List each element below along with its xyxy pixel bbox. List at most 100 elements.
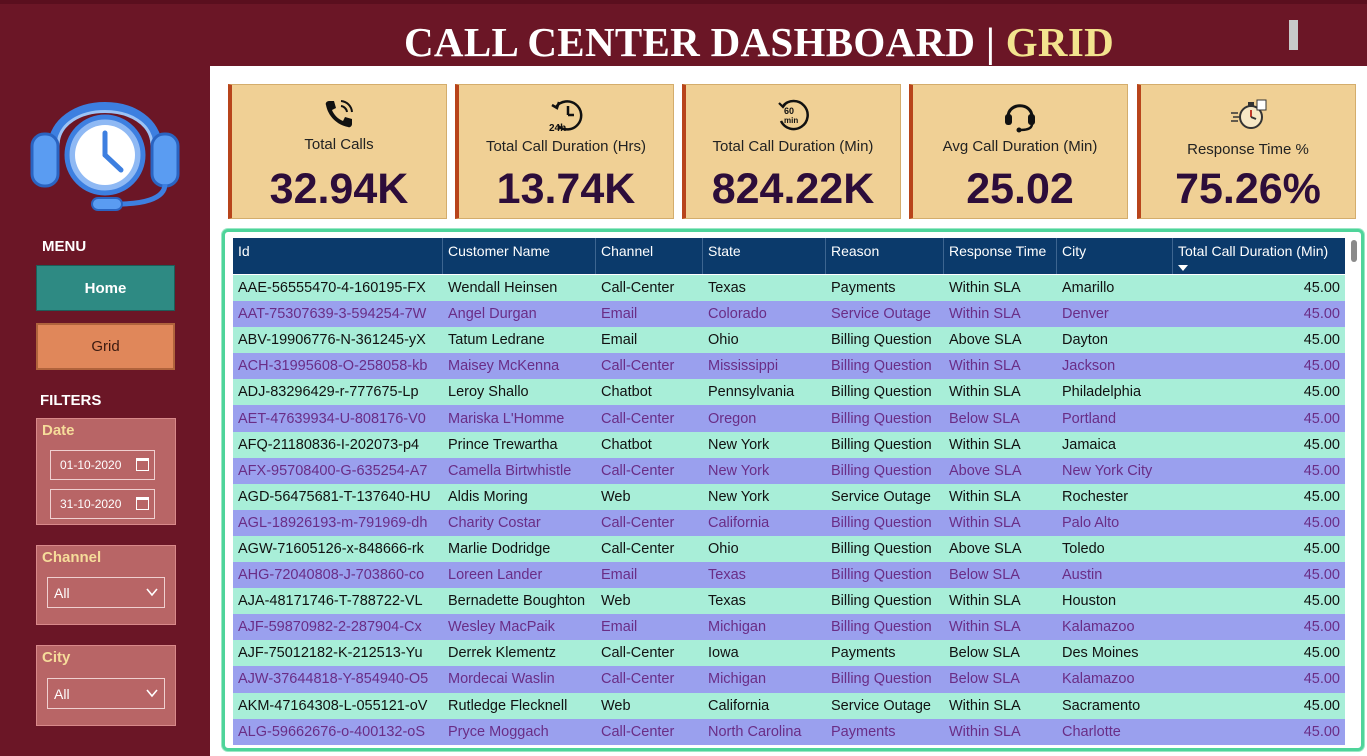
table-cell: Call-Center [601, 462, 675, 479]
table-row[interactable]: ABV-19906776-N-361245-yX Tatum Ledrane Ema… [233, 327, 1345, 354]
kpi-value: 32.94K [269, 165, 409, 213]
end-date-value: 31-10-2020 [60, 497, 122, 511]
table-cell: Email [601, 306, 638, 323]
table-row[interactable]: AET-47639934-U-808176-V0 Mariska L'Homme C… [233, 405, 1345, 432]
table-scrollbar-thumb[interactable] [1351, 240, 1357, 262]
table-cell: California [708, 514, 770, 531]
table-cell: Pennsylvania [708, 384, 795, 401]
table-cell: 45.00 [1303, 462, 1340, 479]
home-button[interactable]: Home [36, 265, 175, 311]
table-row[interactable]: AFQ-21180836-I-202073-p4 Prince Trewartha… [233, 431, 1345, 458]
sort-descending-icon[interactable] [1178, 265, 1188, 271]
table-row[interactable]: AKM-47164308-L-055121-oV Rutledge Fleckne… [233, 692, 1345, 719]
table-row[interactable]: AAE-56555470-4-160195-FX Wendall Heinsen C… [233, 275, 1345, 302]
column-header[interactable]: Response Time [944, 238, 1057, 274]
table-cell: Mordecai Waslin [448, 671, 555, 688]
table-cell: AJF-59870982-2-287904-Cx [238, 619, 422, 636]
table-cell: New York [708, 488, 770, 505]
title-main: CALL CENTER DASHBOARD | [404, 19, 1006, 65]
filters-label: FILTERS [40, 392, 102, 409]
title-accent: GRID [1005, 19, 1114, 65]
kpi-label: Avg Call Duration (Min) [942, 138, 1098, 155]
table-cell: Service Outage [831, 306, 931, 323]
table-row[interactable]: AJF-75012182-K-212513-Yu Derrek Klementz C… [233, 640, 1345, 667]
table-cell: 45.00 [1303, 540, 1340, 557]
table-cell: 45.00 [1303, 384, 1340, 401]
table-cell: Within SLA [949, 619, 1021, 636]
column-header[interactable]: State [703, 238, 826, 274]
table-cell: Angel Durgan [448, 306, 537, 323]
table-row[interactable]: ALG-59662676-o-400132-oS Pryce Moggach Cal… [233, 718, 1345, 745]
city-dropdown[interactable]: All [47, 678, 165, 709]
column-header[interactable]: Total Call Duration (Min) [1173, 238, 1345, 274]
table-row[interactable]: ADJ-83296429-r-777675-Lp Leroy Shallo Chat… [233, 379, 1345, 406]
table-cell: Austin [1062, 567, 1103, 584]
table-cell: Within SLA [949, 593, 1021, 610]
page-scroll-thumb[interactable] [1289, 20, 1298, 50]
table-cell: Email [601, 619, 638, 636]
channel-slicer: Channel All [36, 545, 176, 625]
menu-label: MENU [42, 238, 87, 255]
table-cell: 45.00 [1303, 619, 1340, 636]
channel-dropdown[interactable]: All [47, 577, 165, 608]
table-cell: Payments [831, 645, 896, 662]
table-row[interactable]: ACH-31995608-O-258058-kb Maisey McKenna Ca… [233, 353, 1345, 380]
table-cell: California [708, 697, 770, 714]
table-row[interactable]: AGL-18926193-m-791969-dh Charity Costar Ca… [233, 509, 1345, 536]
table-cell: Des Moines [1062, 645, 1139, 662]
table-cell: AJW-37644818-Y-854940-O5 [238, 671, 429, 688]
kpi-label: Total Call Duration (Hrs) [485, 138, 647, 155]
table-row[interactable]: AGD-56475681-T-137640-HU Aldis Moring Web N… [233, 483, 1345, 510]
calendar-icon[interactable] [136, 458, 149, 471]
table-row[interactable]: AJF-59870982-2-287904-Cx Wesley MacPaik Em… [233, 614, 1345, 641]
table-cell: Bernadette Boughton [448, 593, 586, 610]
table-cell: New York [708, 436, 770, 453]
end-date-field[interactable]: 31-10-2020 [50, 489, 155, 519]
grid-button[interactable]: Grid [36, 323, 175, 370]
table-cell: Within SLA [949, 280, 1021, 297]
table-scrollbar[interactable] [1350, 238, 1358, 744]
table-cell: Payments [831, 280, 896, 297]
table-row[interactable]: AAT-75307639-3-594254-7W Angel Durgan Emai… [233, 301, 1345, 328]
table-cell: Within SLA [949, 488, 1021, 505]
date-slicer: Date 01-10-2020 31-10-2020 [36, 418, 176, 525]
column-header[interactable]: Id [233, 238, 443, 274]
table-cell: Derrek Klementz [448, 645, 556, 662]
column-header-label: City [1062, 243, 1087, 259]
table-cell: Call-Center [601, 645, 675, 662]
table-cell: AAT-75307639-3-594254-7W [238, 306, 427, 323]
column-header[interactable]: Channel [596, 238, 703, 274]
table-row[interactable]: AFX-95708400-G-635254-A7 Camella Birtwhis… [233, 457, 1345, 484]
table-cell: AFX-95708400-G-635254-A7 [238, 462, 428, 479]
kpi-card-duration-min: 60 min Total Call Duration (Min) 824.22K [682, 84, 901, 219]
table-cell: Dayton [1062, 332, 1108, 349]
table-cell: Billing Question [831, 514, 932, 531]
table-cell: Service Outage [831, 697, 931, 714]
column-header[interactable]: City [1057, 238, 1173, 274]
calendar-icon[interactable] [136, 497, 149, 510]
table-cell: 45.00 [1303, 593, 1340, 610]
table-row[interactable]: AGW-71605126-x-848666-rk Marlie Dodridge C… [233, 535, 1345, 563]
kpi-card-response-time: Response Time % 75.26% [1137, 84, 1356, 219]
table-cell: 45.00 [1303, 567, 1340, 584]
column-header[interactable]: Customer Name [443, 238, 596, 274]
column-header[interactable]: Reason [826, 238, 944, 274]
table-cell: Below SLA [949, 645, 1020, 662]
table-cell: ACH-31995608-O-258058-kb [238, 358, 428, 375]
table-cell: AAE-56555470-4-160195-FX [238, 280, 426, 297]
table-cell: Mariska L'Homme [448, 410, 565, 427]
svg-text:24h: 24h [549, 123, 566, 133]
table-cell: Texas [708, 567, 746, 584]
data-grid: Id Customer Name Channel State Reason Respons… [222, 229, 1364, 751]
table-cell: Service Outage [831, 488, 931, 505]
column-header-label: Channel [601, 243, 654, 259]
table-body: AAE-56555470-4-160195-FX Wendall Heinsen C… [233, 275, 1345, 745]
table-row[interactable]: AJA-48171746-T-788722-VL Bernadette Bough… [233, 588, 1345, 615]
table-cell: Chatbot [601, 436, 652, 453]
table-cell: Jamaica [1062, 436, 1116, 453]
table-row[interactable]: AHG-72040808-J-703860-co Loreen Lander Ema… [233, 562, 1345, 589]
start-date-field[interactable]: 01-10-2020 [50, 450, 155, 480]
table-cell: New York [708, 462, 770, 479]
table-row[interactable]: AJW-37644818-Y-854940-O5 Mordecai Waslin C… [233, 666, 1345, 693]
table-cell: Above SLA [949, 540, 1022, 557]
